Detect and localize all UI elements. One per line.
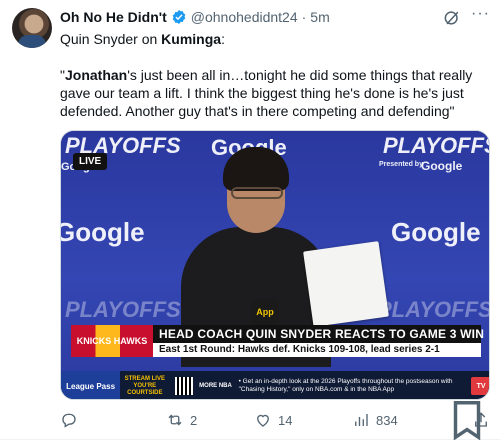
backdrop-google-mid-left: Google [60, 217, 145, 247]
more-options-icon[interactable]: ··· [471, 5, 490, 23]
author-handle[interactable]: @ohnohedidnt24 [191, 9, 298, 25]
repost-button[interactable]: 2 [166, 411, 197, 429]
action-bar: 2 14 834 [60, 401, 490, 440]
views-chart-icon [355, 414, 368, 426]
like-button[interactable]: 14 [254, 411, 292, 429]
lower-third-subline: East 1st Round: Hawks def. Knicks 109-10… [153, 343, 481, 357]
post-header: Oh No He Didn't @ohnohedidnt24 · 5m [60, 8, 330, 26]
quote-bold: Jonathan [64, 67, 128, 83]
stream-promo: STREAM LIVE YOU'RE COURTSIDE [124, 375, 165, 396]
backdrop-google-right: Google [421, 159, 463, 173]
views-button[interactable]: 834 [352, 411, 398, 429]
author-avatar[interactable] [12, 8, 52, 48]
separator-dot: · [301, 9, 307, 25]
broadcast-ticker: League Pass STREAM LIVE YOU'RE COURTSIDE… [61, 371, 489, 399]
intro-bold: Kuminga [161, 31, 222, 47]
post-intro: Quin Snyder on Kuminga: [60, 30, 225, 48]
post-timestamp[interactable]: 5m [310, 9, 329, 25]
verified-badge-icon [172, 10, 186, 24]
league-pass-logo: League Pass [61, 371, 121, 399]
grok-icon[interactable] [442, 8, 462, 28]
views-count: 834 [376, 412, 398, 428]
heart-icon [257, 414, 269, 427]
team-tag: KNICKS HAWKS [71, 325, 153, 357]
repost-count: 2 [190, 412, 198, 428]
post[interactable]: Oh No He Didn't @ohnohedidnt24 · 5m ··· … [0, 0, 500, 440]
reply-icon [62, 413, 76, 428]
backdrop-presented-by: Presented by [379, 161, 423, 168]
post-quote: "Jonathan's just been all in…tonight he … [60, 66, 488, 120]
live-badge: LIVE [73, 153, 108, 170]
backdrop-playoffs-right: PLAYOFFS [383, 133, 490, 158]
backdrop-playoffs-bottom-right: PLAYOFFS [377, 297, 490, 322]
intro-end: : [221, 31, 225, 47]
author-display-name[interactable]: Oh No He Didn't [60, 9, 167, 25]
qr-code-icon [175, 377, 194, 395]
nba-tv-logo: TV [471, 377, 489, 395]
lower-third-headline: HEAD COACH QUIN SNYDER REACTS TO GAME 3 … [153, 325, 484, 343]
more-nba-label: MORE NBA [199, 383, 232, 389]
ticker-info: • Get an in-depth look at the 2026 Playo… [238, 378, 453, 393]
reply-button[interactable] [60, 411, 84, 429]
backdrop-google-mid-right: Google [391, 217, 481, 247]
repost-icon [168, 414, 182, 426]
share-icon[interactable] [472, 411, 490, 429]
video-player[interactable]: PLAYOFFS Google Google PLAYOFFS Presente… [60, 130, 490, 400]
paper-sheet [303, 241, 389, 327]
intro-text: Quin Snyder on [60, 31, 162, 47]
like-count: 14 [278, 412, 293, 428]
